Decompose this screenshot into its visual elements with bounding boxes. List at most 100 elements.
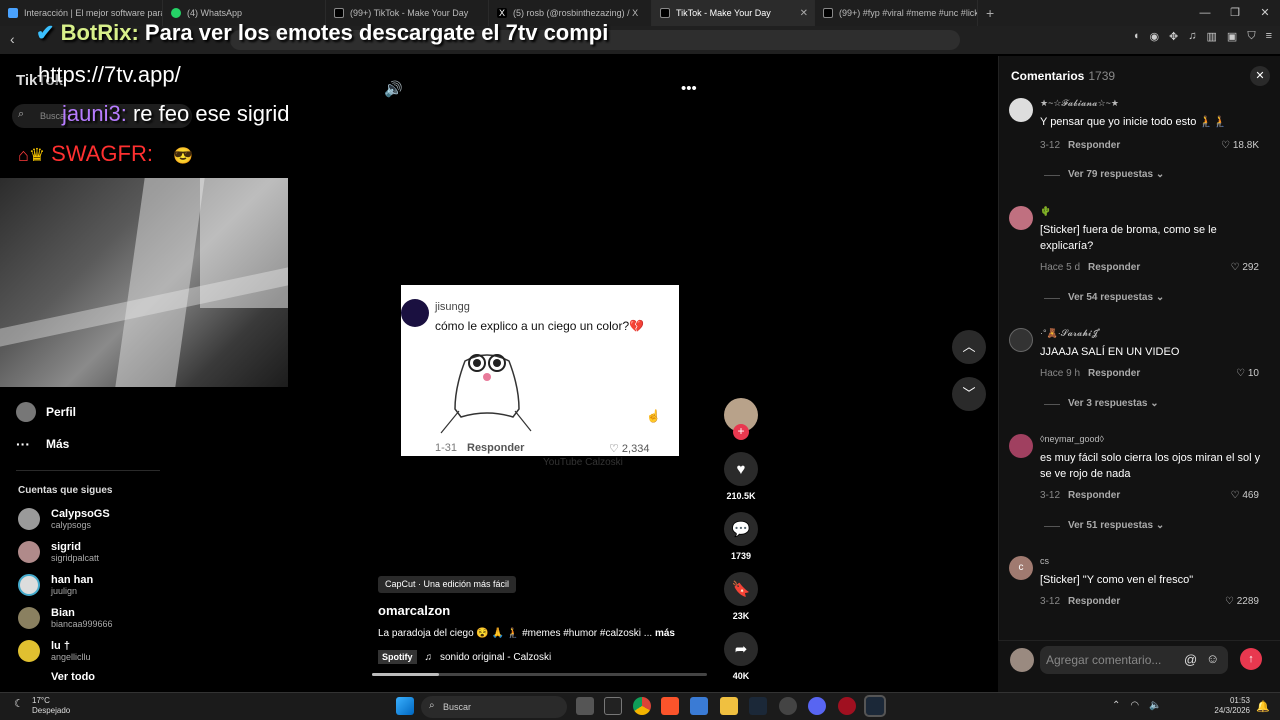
comment-like-button[interactable]: ♡ 469 — [1231, 490, 1259, 501]
comment-date: 3-12 — [1040, 140, 1061, 151]
clock[interactable]: 01:53 24/3/2026 — [1214, 696, 1250, 716]
see-all-link[interactable]: Ver todo — [0, 667, 170, 687]
more-options-icon[interactable]: ••• — [681, 80, 697, 97]
save-button[interactable]: 🔖 — [724, 572, 758, 606]
sidebar-icon[interactable]: ▥ — [1207, 30, 1217, 43]
mention-icon[interactable]: @ — [1184, 652, 1197, 667]
menu-icon[interactable]: ≡ — [1266, 30, 1272, 43]
comment-text: es muy fácil solo cierra los ojos miran … — [1040, 452, 1261, 480]
view-replies-button[interactable]: Ver 51 respuestas ⌄ — [1068, 520, 1164, 531]
tab-tiktok-active[interactable]: TikTok - Make Your Day ✕ — [652, 0, 815, 26]
wifi-icon[interactable]: ◠ — [1130, 700, 1139, 711]
avatar[interactable] — [1009, 328, 1033, 352]
shield-icon[interactable]: ⛉ — [1247, 30, 1255, 43]
task-view-icon[interactable] — [576, 697, 594, 715]
sidebar-item-mas[interactable]: ··· Más — [0, 428, 170, 460]
post-author[interactable]: omarcalzon — [378, 603, 450, 618]
steam-active-icon[interactable] — [864, 695, 886, 717]
weather-widget[interactable]: ☾ 17°C Despejado — [14, 696, 70, 716]
wallet-icon[interactable]: ▣ — [1227, 30, 1237, 43]
close-window-icon[interactable]: ✕ — [1250, 0, 1280, 26]
comment-like-button[interactable]: ♡ 10 — [1236, 368, 1259, 379]
music-icon[interactable]: ♫ — [1188, 30, 1196, 43]
spotify-badge[interactable]: Spotify — [378, 650, 417, 664]
chrome-icon[interactable] — [633, 697, 651, 715]
reply-button[interactable]: Responder — [1088, 262, 1140, 273]
comment-user[interactable]: cs — [1040, 556, 1049, 566]
video-player[interactable]: jisungg cómo le explico a un ciego un co… — [401, 285, 679, 456]
app-icon[interactable] — [838, 697, 856, 715]
comments-panel: Comentarios 1739 ✕ ★~☆𝓕𝓪𝓫𝓲𝓪𝓷𝓪☆~★ Y pensar… — [998, 56, 1280, 692]
whatsapp-icon — [171, 8, 181, 18]
view-replies-button[interactable]: Ver 3 respuestas ⌄ — [1068, 398, 1159, 409]
music-info[interactable]: Spotify ♫ sonido original - Calzoski — [378, 650, 551, 664]
steam-icon[interactable] — [749, 697, 767, 715]
comment-user[interactable]: ◊neymar_good◊ — [1040, 434, 1104, 444]
capcut-badge[interactable]: CapCut · Una edición más fácil — [378, 576, 517, 593]
comment-user[interactable]: ·°🧸·𝓢𝓪𝓻𝓪𝓱𝓲𝓙˚ — [1040, 328, 1101, 339]
emoji-icon[interactable]: ☺ — [1206, 651, 1219, 666]
view-replies-button[interactable]: Ver 54 respuestas ⌄ — [1068, 292, 1164, 303]
sidebar-item-label: Más — [46, 437, 70, 451]
minimize-icon[interactable]: — — [1190, 0, 1220, 26]
reply-button[interactable]: Responder — [1068, 140, 1120, 151]
epic-games-icon[interactable] — [604, 697, 622, 715]
folder-icon[interactable] — [720, 697, 738, 715]
maximize-icon[interactable]: ❐ — [1220, 0, 1250, 26]
comment-user[interactable]: ★~☆𝓕𝓪𝓫𝓲𝓪𝓷𝓪☆~★ — [1040, 98, 1119, 109]
windows-start-icon[interactable] — [396, 697, 414, 715]
discord-icon[interactable] — [808, 697, 826, 715]
notification-icon[interactable]: 🔔 — [1256, 700, 1270, 713]
comment-user[interactable]: 🌵 — [1040, 206, 1051, 217]
brave-icon[interactable] — [661, 697, 679, 715]
extension-icon[interactable]: ◉ — [1149, 30, 1159, 43]
comment-input[interactable]: Agregar comentario... — [1040, 646, 1228, 674]
account-item[interactable]: lu † angellicllu — [0, 634, 170, 667]
avatar[interactable] — [1009, 98, 1033, 122]
like-button[interactable]: ♥ — [724, 452, 758, 486]
account-item[interactable]: Bian biancaa999666 — [0, 601, 170, 634]
puzzle-icon[interactable]: ✥ — [1169, 30, 1178, 43]
author-avatar[interactable]: + — [724, 398, 758, 440]
account-handle: biancaa999666 — [51, 618, 113, 629]
comment-like-button[interactable]: ♡ 2289 — [1225, 596, 1259, 607]
sidebar-item-perfil[interactable]: Perfil — [0, 396, 170, 428]
tab-tiktok-2[interactable]: (99+) #fyp #viral #meme #unc #lick | — [815, 0, 978, 26]
account-item[interactable]: han han juulign — [0, 568, 170, 601]
account-handle: sigridpalcatt — [51, 552, 100, 563]
github-icon[interactable] — [779, 697, 797, 715]
comment-icon: 💬 — [731, 521, 751, 538]
chat-user: jauni3: — [62, 101, 127, 126]
video-progress-bar[interactable] — [372, 673, 707, 676]
next-video-button[interactable]: ﹀ — [952, 377, 986, 411]
comment-button[interactable]: 💬 — [724, 512, 758, 546]
account-item[interactable]: CalypsoGS calypsogs — [0, 502, 170, 535]
comment-date: 3-12 — [1040, 490, 1061, 501]
reply-button[interactable]: Responder — [1088, 368, 1140, 379]
audio-icon[interactable]: ◖ — [1133, 30, 1140, 43]
volume-icon[interactable]: 🔈 — [1149, 700, 1161, 711]
avatar[interactable] — [1009, 434, 1033, 458]
account-item[interactable]: sigrid sigridpalcatt — [0, 535, 170, 568]
follow-plus-icon[interactable]: + — [733, 424, 749, 440]
close-comments-button[interactable]: ✕ — [1250, 66, 1270, 86]
view-replies-button[interactable]: Ver 79 respuestas ⌄ — [1068, 169, 1164, 180]
comment-like-button[interactable]: ♡ 292 — [1231, 262, 1259, 273]
taskbar-search[interactable]: Buscar — [421, 696, 567, 718]
previous-video-button[interactable]: ︿ — [952, 330, 986, 364]
back-icon[interactable]: ‹ — [10, 31, 15, 47]
more-link[interactable]: más — [655, 628, 675, 639]
view-replies-label: Ver 54 respuestas — [1068, 292, 1154, 303]
volume-icon[interactable]: 🔊 — [384, 80, 403, 98]
comment-like-button[interactable]: ♡ 18.8K — [1221, 140, 1259, 151]
chevron-up-icon[interactable]: ⌃ — [1112, 700, 1120, 711]
send-button[interactable]: ↑ — [1240, 648, 1262, 670]
close-tab-icon[interactable]: ✕ — [800, 8, 808, 19]
avatar[interactable]: c — [1009, 556, 1033, 580]
share-button[interactable]: ➦ — [724, 632, 758, 666]
store-icon[interactable] — [690, 697, 708, 715]
reply-button[interactable]: Responder — [1068, 596, 1120, 607]
new-tab-button[interactable]: + — [986, 5, 994, 21]
reply-button[interactable]: Responder — [1068, 490, 1120, 501]
avatar[interactable] — [1009, 206, 1033, 230]
